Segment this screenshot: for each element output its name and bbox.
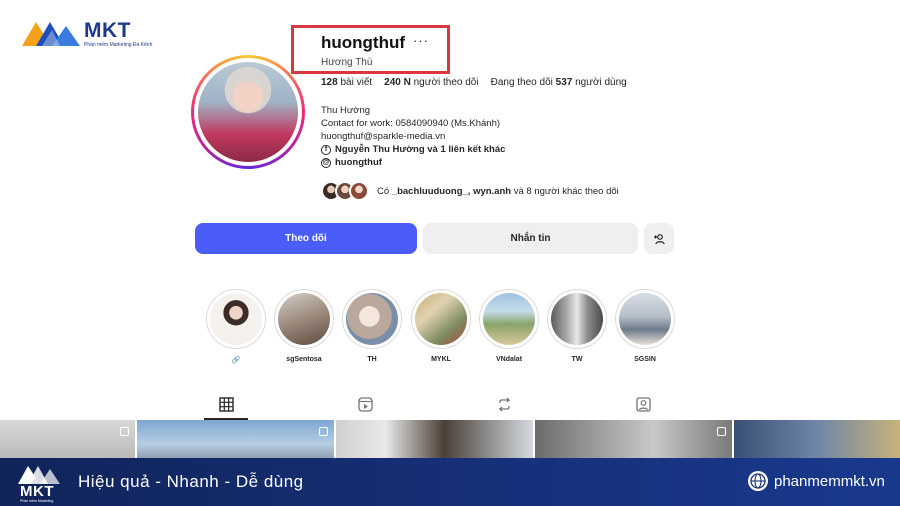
highlight-link[interactable]: 🔗 bbox=[206, 289, 266, 364]
promo-banner: MKT Phần mềm Marketing Hiệu quả - Nhanh … bbox=[0, 458, 900, 506]
posts-stat: 128 bài viết bbox=[321, 77, 373, 88]
facebook-icon: f bbox=[321, 144, 331, 155]
post-thumbnail[interactable] bbox=[336, 420, 533, 460]
follow-button[interactable]: Theo dõi bbox=[195, 223, 417, 254]
post-thumbnail[interactable] bbox=[734, 420, 900, 460]
add-person-icon bbox=[654, 233, 665, 244]
follower-avatar bbox=[349, 181, 369, 201]
followers-stat[interactable]: 240 N người theo dõi bbox=[384, 77, 478, 88]
globe-icon bbox=[748, 471, 768, 491]
following-stat[interactable]: Đang theo dõi 537 người dùng bbox=[491, 77, 627, 88]
website-link[interactable]: phanmemmkt.vn bbox=[748, 471, 885, 491]
bio-name: Thu Hường bbox=[321, 105, 371, 116]
highlight-label: sgSentosa bbox=[286, 356, 322, 363]
highlight-label: VNdalat bbox=[495, 356, 523, 363]
profile-username: huongthuf bbox=[321, 33, 406, 52]
banner-logo-sub: Phần mềm Marketing bbox=[20, 499, 54, 503]
bio-email: huongthuf@sparkle-media.vn bbox=[321, 131, 446, 142]
post-thumbnail[interactable] bbox=[535, 420, 732, 460]
profile-bio: Thu Hường Contact for work: 0584090940 (… bbox=[321, 104, 505, 169]
mkt-logo-mark-icon bbox=[22, 22, 80, 46]
profile-stats: 128 bài viết 240 N người theo dõi Đang t… bbox=[321, 77, 627, 88]
grid-icon[interactable] bbox=[217, 395, 235, 413]
link-icon: 🔗 bbox=[231, 357, 241, 364]
profile-avatar[interactable] bbox=[191, 55, 305, 169]
carousel-icon bbox=[120, 427, 129, 436]
highlight-vndalat[interactable]: VNdalat bbox=[479, 289, 539, 363]
post-thumbnail[interactable] bbox=[137, 420, 334, 460]
banner-logo: MKT Phần mềm Marketing bbox=[18, 463, 64, 503]
highlight-tw[interactable]: TW bbox=[547, 289, 607, 363]
highlight-sgsin[interactable]: SGSIN bbox=[615, 289, 675, 363]
banner-logo-text: MKT bbox=[20, 483, 54, 500]
website-text: phanmemmkt.vn bbox=[774, 472, 885, 490]
post-thumbnail[interactable] bbox=[0, 420, 135, 460]
highlight-label: MYKL bbox=[431, 356, 451, 363]
mkt-logo: MKT Phần mềm Marketing Đa Kênh bbox=[22, 18, 152, 52]
threads-link[interactable]: @ huongthuf bbox=[321, 156, 505, 169]
avatar-photo bbox=[198, 62, 298, 162]
threads-icon: @ bbox=[321, 157, 331, 168]
highlight-sgsentosa[interactable]: sgSentosa bbox=[274, 289, 334, 363]
logo-tagline: Phần mềm Marketing Đa Kênh bbox=[84, 42, 153, 48]
highlight-label: TH bbox=[367, 356, 377, 363]
carousel-icon bbox=[319, 427, 328, 436]
banner-slogan: Hiệu quả - Nhanh - Dễ dùng bbox=[78, 472, 304, 491]
highlight-label: SGSIN bbox=[634, 356, 656, 363]
highlight-label: TW bbox=[571, 356, 583, 363]
facebook-link[interactable]: f Nguyễn Thu Hường và 1 liên kết khác bbox=[321, 143, 505, 156]
carousel-icon bbox=[717, 427, 726, 436]
more-options-icon[interactable]: ··· bbox=[413, 33, 429, 48]
profile-full-name: Hương Thù bbox=[321, 57, 373, 68]
bio-contact: Contact for work: 0584090940 (Ms.Khánh) bbox=[321, 118, 501, 129]
mkt-logo-mark-icon bbox=[18, 466, 60, 484]
tagged-icon[interactable] bbox=[634, 395, 652, 413]
suggest-button[interactable] bbox=[644, 223, 674, 254]
followed-by[interactable]: Có _bachluuduong_, wyn.anh và 8 người kh… bbox=[321, 181, 619, 201]
highlight-th[interactable]: TH bbox=[342, 289, 402, 363]
message-button[interactable]: Nhắn tin bbox=[423, 223, 638, 254]
reposts-icon[interactable] bbox=[495, 395, 513, 413]
highlight-mykl[interactable]: MYKL bbox=[411, 289, 471, 363]
reels-icon[interactable] bbox=[356, 395, 374, 413]
followed-by-text: Có _bachluuduong_, wyn.anh và 8 người kh… bbox=[377, 185, 619, 197]
logo-text: MKT bbox=[84, 19, 131, 42]
